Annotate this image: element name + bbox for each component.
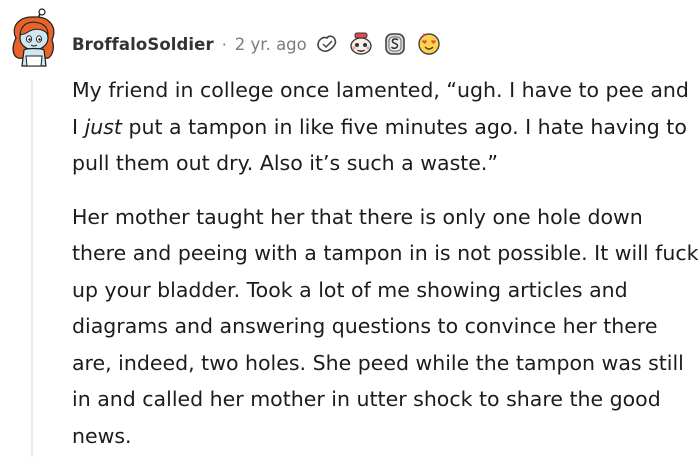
heart-eyes-award-icon[interactable] xyxy=(417,32,441,56)
timestamp-link[interactable]: 2 yr. ago xyxy=(235,35,307,54)
separator-dot: · xyxy=(221,34,227,54)
helpful-award-icon[interactable] xyxy=(315,32,339,56)
awards-list[interactable] xyxy=(315,32,451,56)
comment-paragraph-2: Her mother taught her that there is only… xyxy=(72,204,699,448)
silver-award-icon[interactable] xyxy=(383,32,407,56)
user-avatar[interactable] xyxy=(6,8,60,70)
comment: BroffaloSoldier · 2 yr. ago My friend in… xyxy=(0,0,700,457)
comment-header: BroffaloSoldier · 2 yr. ago xyxy=(72,30,451,58)
comment-paragraph-1: My friend in college once lamented, “ugh… xyxy=(72,78,689,175)
thread-collapse-line[interactable] xyxy=(31,80,33,457)
comment-body: My friend in college once lamented, “ugh… xyxy=(72,72,700,454)
username-link[interactable]: BroffaloSoldier xyxy=(72,35,214,54)
emphasized-word: just xyxy=(84,114,122,139)
wholesome-seal-icon[interactable] xyxy=(349,32,373,56)
